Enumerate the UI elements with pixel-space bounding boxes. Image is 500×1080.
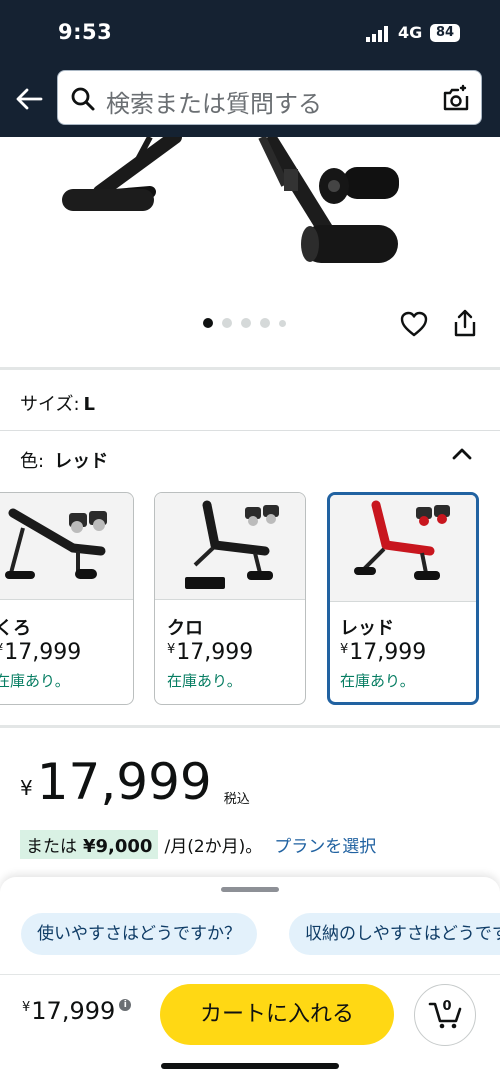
color-value: レッド — [54, 451, 109, 472]
sheet-price: ¥17,999 i — [22, 997, 132, 1025]
select-plan-link[interactable]: プランを選択 — [274, 832, 376, 857]
color-label: 色: — [20, 451, 45, 472]
camera-plus-icon[interactable] — [441, 84, 471, 114]
size-value: L — [83, 394, 96, 415]
variant-stock: 在庫あり。 — [167, 672, 242, 690]
search-placeholder: 検索または質問する — [106, 90, 322, 118]
section-divider — [0, 725, 500, 728]
carousel-dot[interactable] — [260, 318, 270, 328]
variant-price: ¥17,999 — [167, 640, 254, 665]
color-selector[interactable]: 色: レッド — [20, 447, 108, 473]
product-price: ¥17,999 税込 — [20, 752, 250, 812]
section-divider — [0, 430, 500, 431]
currency-symbol: ¥ — [20, 776, 33, 800]
variant-card-red[interactable]: レッド ¥17,999 在庫あり。 — [327, 492, 479, 705]
variant-image — [330, 495, 476, 602]
variant-image — [0, 493, 133, 600]
search-icon — [71, 87, 95, 111]
product-image[interactable] — [0, 137, 500, 290]
cart-button[interactable]: 0 — [414, 984, 476, 1046]
tax-label: 税込 — [223, 792, 250, 807]
question-chip[interactable]: 収納のしやすさはどうですか？ — [289, 913, 500, 955]
info-icon[interactable]: i — [119, 999, 132, 1011]
carousel-dot[interactable] — [279, 319, 286, 327]
arrow-left-icon — [16, 88, 43, 110]
variant-stock: 在庫あり。 — [0, 672, 70, 690]
heart-icon[interactable] — [399, 310, 429, 338]
battery-icon: 84 — [430, 24, 460, 42]
carousel-dot[interactable] — [222, 318, 232, 328]
sheet-divider — [0, 974, 500, 975]
variant-name: レッド — [340, 618, 394, 639]
question-chip[interactable]: 使いやすさはどうですか？ — [21, 913, 257, 955]
price-amount: 17,999 — [36, 753, 212, 811]
product-image-bench — [62, 137, 399, 263]
size-label: サイズ: — [20, 394, 80, 415]
installment-offer: または ¥9,000 /月(2か月)。 プランを選択 — [20, 830, 376, 859]
status-time: 9:53 — [58, 20, 113, 44]
installment-amount: ¥9,000 — [83, 836, 153, 857]
cart-count: 0 — [442, 999, 452, 1014]
section-divider — [0, 367, 500, 370]
sheet-drag-handle[interactable] — [221, 887, 279, 892]
back-button[interactable] — [12, 82, 46, 116]
variant-stock: 在庫あり。 — [340, 672, 415, 690]
installment-highlight: または ¥9,000 — [20, 830, 159, 859]
variant-card-black[interactable]: くろ ¥17,999 在庫あり。 — [0, 492, 134, 705]
variant-image — [155, 493, 305, 600]
variant-name: くろ — [0, 618, 31, 639]
installment-term: /月(2か月)。 — [164, 837, 263, 857]
chevron-up-icon[interactable] — [450, 444, 474, 464]
status-bar: 9:53 4G 84 — [0, 0, 500, 62]
image-carousel-dots[interactable] — [203, 318, 286, 328]
signal-icon — [366, 26, 388, 42]
share-icon[interactable] — [452, 308, 478, 338]
variant-card-kuro[interactable]: クロ ¥17,999 在庫あり。 — [154, 492, 306, 705]
home-indicator — [161, 1063, 339, 1069]
carousel-dot[interactable] — [203, 318, 213, 328]
carousel-dot[interactable] — [241, 318, 251, 328]
search-input[interactable]: 検索または質問する — [57, 70, 482, 125]
bottom-sheet: 使いやすさはどうですか？ 収納のしやすさはどうですか？ ¥17,999i カート… — [0, 877, 500, 1080]
variant-price: ¥17,999 — [340, 640, 427, 665]
variant-price: ¥17,999 — [0, 640, 82, 665]
network-label: 4G — [398, 23, 423, 42]
variant-name: クロ — [167, 618, 203, 639]
add-to-cart-button[interactable]: カートに入れる — [160, 984, 394, 1045]
top-bar: 9:53 4G 84 検索または質問する — [0, 0, 500, 137]
size-selector[interactable]: サイズ: L — [20, 390, 95, 416]
